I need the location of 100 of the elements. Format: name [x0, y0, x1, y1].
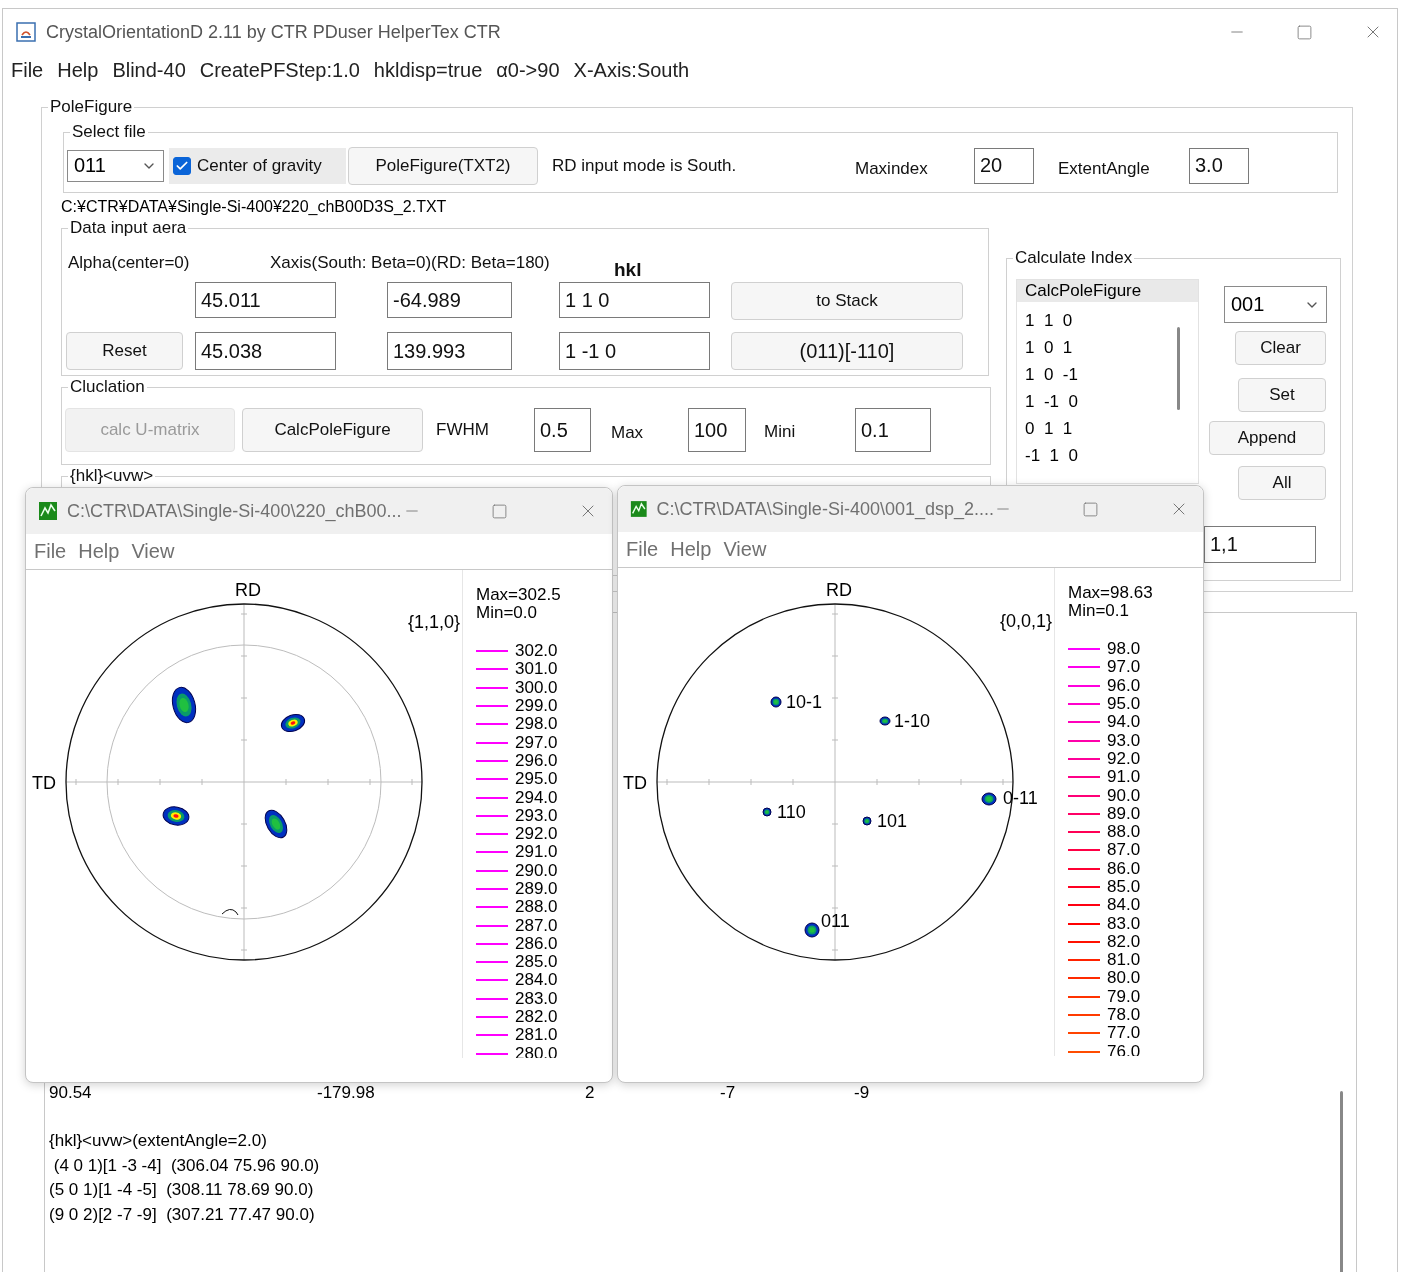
- maxindex-field[interactable]: 20: [974, 147, 1034, 184]
- menu-item[interactable]: Help: [670, 538, 712, 561]
- pole-label: 1-10: [894, 711, 931, 731]
- maximize-icon[interactable]: [1296, 23, 1313, 41]
- intensity-spot-icon: [770, 696, 782, 708]
- legend-value: 283.0: [515, 989, 558, 1008]
- group-title: Data input aera: [68, 218, 189, 238]
- max-field[interactable]: 100: [688, 408, 746, 452]
- field-label: Max: [611, 423, 645, 443]
- beta-field[interactable]: -64.989: [387, 282, 512, 318]
- field-label: FWHM: [436, 420, 490, 440]
- list-header: CalcPoleFigure: [1017, 280, 1198, 302]
- min-label: Min=0.0: [476, 604, 538, 622]
- legend-value: 281.0: [515, 1026, 558, 1045]
- menu-item[interactable]: CreatePFStep:1.0: [199, 58, 360, 82]
- legend-value: 77.0: [1107, 1024, 1141, 1043]
- pole-figure-button[interactable]: PoleFigure(TXT2): [348, 146, 538, 185]
- output-value: -9: [854, 1083, 871, 1103]
- scrollbar[interactable]: [1177, 327, 1180, 410]
- menu-item[interactable]: File: [11, 58, 44, 82]
- axis-label: RD: [235, 580, 261, 600]
- legend-value: 301.0: [515, 660, 558, 679]
- maximize-icon[interactable]: [1082, 500, 1099, 518]
- legend-value: 95.0: [1107, 695, 1141, 714]
- field-label: Maxindex: [855, 158, 929, 179]
- reset-button[interactable]: Reset: [66, 332, 183, 370]
- intensity-spot-icon: [171, 686, 197, 724]
- list-item[interactable]: 1 1 0: [1017, 307, 1198, 334]
- checkbox-label: Center of gravity: [197, 155, 322, 176]
- list-item[interactable]: -1 1 0: [1017, 442, 1198, 469]
- legend-value: 284.0: [515, 971, 558, 990]
- mini-field[interactable]: 0.1: [855, 408, 931, 452]
- beta-field[interactable]: 139.993: [387, 332, 512, 370]
- legend-value: 296.0: [515, 751, 558, 770]
- legend-value: 87.0: [1107, 841, 1141, 860]
- output-value: 2: [585, 1083, 596, 1103]
- menu-item[interactable]: Help: [57, 58, 99, 82]
- menu-item[interactable]: File: [626, 538, 659, 561]
- index-field[interactable]: 1,1: [1204, 526, 1316, 563]
- menu-item[interactable]: hkldisp=true: [373, 58, 483, 82]
- index-button[interactable]: All: [1238, 466, 1326, 500]
- alpha-field[interactable]: 45.038: [195, 332, 336, 370]
- action-button[interactable]: to Stack: [731, 282, 963, 320]
- legend-value: 300.0: [515, 678, 558, 697]
- action-button[interactable]: (011)[-110]: [731, 332, 963, 370]
- index-dropdown[interactable]: 001: [1224, 286, 1327, 323]
- mode-text: RD input mode is South.: [552, 155, 738, 176]
- output-line: (4 0 1)[1 -3 -4] (306.04 75.96 90.0): [52, 1154, 321, 1177]
- axis-label: TD: [32, 773, 56, 793]
- menu-item[interactable]: Blind-40: [112, 58, 186, 82]
- legend-value: 286.0: [515, 934, 558, 953]
- app-icon: [630, 499, 648, 519]
- list-item[interactable]: 0 1 1: [1017, 415, 1198, 442]
- fwhm-field[interactable]: 0.5: [534, 408, 591, 452]
- calc-pole-figure-button[interactable]: CalcPoleFigure: [242, 408, 423, 452]
- scrollbar[interactable]: [1340, 1091, 1343, 1272]
- menu-item[interactable]: View: [131, 540, 175, 563]
- checkbox[interactable]: [173, 156, 191, 175]
- hkl-field[interactable]: 1 1 0: [559, 282, 710, 318]
- legend-value: 285.0: [515, 953, 558, 972]
- intensity-spot-icon: [879, 716, 891, 726]
- extent-angle-field[interactable]: 3.0: [1189, 147, 1249, 184]
- index-button[interactable]: Set: [1238, 378, 1326, 412]
- legend-value: 86.0: [1107, 859, 1141, 878]
- max-label: Max=302.5: [476, 586, 561, 604]
- index-button[interactable]: Clear: [1235, 331, 1326, 365]
- legend-value: 97.0: [1107, 658, 1141, 677]
- list-item[interactable]: 1 -1 0: [1017, 388, 1198, 415]
- menu-item[interactable]: Help: [78, 540, 120, 563]
- window-title: C:\CTR\DATA\Single-Si-400\220_chB00...: [67, 500, 402, 522]
- legend-value: 79.0: [1107, 987, 1141, 1006]
- column-label: Alpha(center=0): [68, 253, 191, 273]
- intensity-spot-icon: [804, 922, 820, 938]
- legend-value: 280.0: [515, 1044, 558, 1058]
- legend-value: 302.0: [515, 642, 558, 661]
- menu-item[interactable]: X-Axis:South: [573, 58, 690, 82]
- legend-value: 282.0: [515, 1008, 558, 1027]
- legend-value: 287.0: [515, 916, 558, 935]
- legend-value: 92.0: [1107, 749, 1141, 768]
- legend-value: 93.0: [1107, 731, 1141, 750]
- list-item[interactable]: 1 0 1: [1017, 334, 1198, 361]
- output-line: {hkl}<uvw>(extentAngle=2.0): [49, 1130, 268, 1152]
- legend-value: 78.0: [1107, 1006, 1141, 1025]
- file-dropdown[interactable]: 011: [67, 149, 164, 182]
- list-item[interactable]: 1 0 -1: [1017, 361, 1198, 388]
- menu-item[interactable]: α0->90: [496, 58, 560, 82]
- output-value: -7: [720, 1083, 737, 1103]
- legend-value: 290.0: [515, 861, 558, 880]
- menu-item[interactable]: View: [723, 538, 767, 561]
- legend-value: 80.0: [1107, 969, 1141, 988]
- index-button[interactable]: Append: [1209, 421, 1325, 455]
- alpha-field[interactable]: 45.011: [195, 282, 336, 318]
- menu-item[interactable]: File: [34, 540, 67, 563]
- intensity-spot-icon: [280, 713, 306, 733]
- hkl-field[interactable]: 1 -1 0: [559, 332, 710, 370]
- intensity-spot-icon: [862, 816, 872, 826]
- legend-value: 82.0: [1107, 932, 1141, 951]
- legend-value: 88.0: [1107, 823, 1141, 842]
- pole-label: 110: [777, 802, 806, 822]
- maximize-icon[interactable]: [491, 502, 508, 520]
